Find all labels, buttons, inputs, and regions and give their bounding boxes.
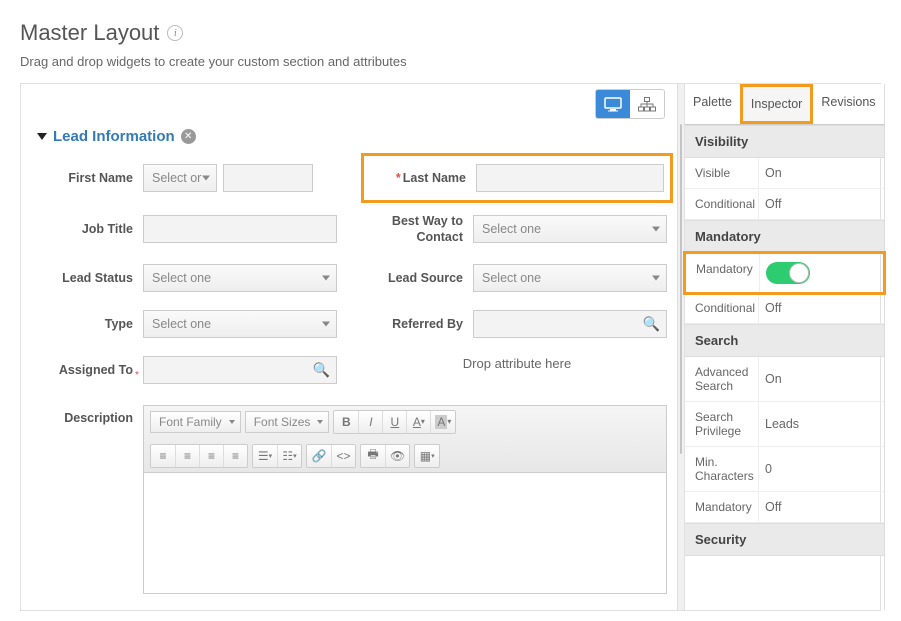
scrollbar-thumb[interactable] (680, 124, 682, 454)
tab-palette[interactable]: Palette (685, 84, 740, 124)
prop-min-characters[interactable]: Min. Characters 0 (685, 447, 884, 492)
type-select[interactable]: Select one (143, 310, 337, 338)
group-mandatory: Mandatory (685, 220, 884, 253)
group-search: Search (685, 324, 884, 357)
field-first-name[interactable]: First Name Select or (37, 161, 337, 195)
first-name-input[interactable] (223, 164, 313, 192)
description-editor[interactable]: Font Family Font Sizes B I U A▾ A▾ (143, 405, 667, 594)
remove-section-button[interactable]: ✕ (181, 129, 196, 144)
tab-inspector[interactable]: Inspector (740, 84, 813, 124)
job-title-input[interactable] (143, 215, 337, 243)
assigned-to-label: Assigned To (37, 363, 133, 377)
align-left-button[interactable]: ≡ (151, 445, 175, 467)
table-button[interactable]: ▦▾ (415, 445, 439, 467)
first-name-label: First Name (37, 171, 133, 185)
text-color-button[interactable]: A▾ (406, 411, 430, 433)
lead-status-label: Lead Status (37, 271, 133, 285)
best-way-label: Best Way to Contact (367, 213, 463, 246)
description-label: Description (37, 405, 133, 425)
search-icon: 🔍 (313, 361, 330, 378)
field-lead-source[interactable]: Lead Source Select one (367, 264, 667, 292)
chevron-down-icon (652, 227, 660, 232)
number-list-button[interactable]: ☷▾ (277, 445, 301, 467)
group-visibility: Visibility (685, 125, 884, 158)
monitor-icon (604, 97, 622, 112)
group-security: Security (685, 523, 884, 556)
lead-status-select[interactable]: Select one (143, 264, 337, 292)
salutation-select[interactable]: Select or (143, 164, 217, 192)
italic-button[interactable]: I (358, 411, 382, 433)
chevron-down-icon (322, 275, 330, 280)
field-best-way-contact[interactable]: Best Way to Contact Select one (367, 213, 667, 246)
bullet-list-button[interactable]: ☰▾ (253, 445, 277, 467)
drop-attribute-zone[interactable]: Drop attribute here (367, 356, 667, 381)
assigned-to-lookup[interactable]: 🔍 (143, 356, 337, 384)
chevron-down-icon (202, 176, 210, 181)
chevron-down-icon (652, 275, 660, 280)
canvas-scrollbar[interactable] (677, 84, 684, 610)
prop-search-privilege[interactable]: Search Privilege Leads (685, 402, 884, 447)
sitemap-icon (638, 97, 656, 112)
field-referred-by[interactable]: Referred By 🔍 (367, 310, 667, 338)
rte-body[interactable] (144, 473, 666, 593)
field-lead-status[interactable]: Lead Status Select one (37, 264, 337, 292)
underline-button[interactable]: U (382, 411, 406, 433)
prop-mandatory[interactable]: Mandatory (683, 251, 886, 295)
canvas-area: Lead Information ✕ First Name Select or … (21, 84, 677, 610)
referred-by-lookup[interactable]: 🔍 (473, 310, 667, 338)
prop-search-mandatory[interactable]: Mandatory Off (685, 492, 884, 523)
prop-visible[interactable]: Visible On (685, 158, 884, 189)
section-title: Lead Information (53, 128, 175, 145)
align-right-button[interactable]: ≡ (199, 445, 223, 467)
search-icon: 🔍 (643, 315, 660, 332)
field-job-title[interactable]: Job Title (37, 213, 337, 246)
sidebar-scrollbar[interactable] (884, 84, 885, 610)
mandatory-toggle[interactable] (766, 262, 810, 284)
desktop-view-button[interactable] (596, 90, 630, 118)
lead-source-select[interactable]: Select one (473, 264, 667, 292)
hierarchy-view-button[interactable] (630, 90, 664, 118)
chevron-down-icon (322, 321, 330, 326)
code-button[interactable]: <> (331, 445, 355, 467)
font-sizes-select[interactable]: Font Sizes (245, 411, 330, 433)
field-type[interactable]: Type Select one (37, 310, 337, 338)
field-last-name[interactable]: *Last Name (361, 153, 673, 203)
align-justify-button[interactable]: ≡ (223, 445, 247, 467)
preview-button[interactable]: 👁 (385, 445, 409, 467)
last-name-input[interactable] (476, 164, 664, 192)
type-label: Type (37, 317, 133, 331)
prop-visibility-conditional[interactable]: Conditional Off (685, 189, 884, 220)
link-button[interactable]: 🔗 (307, 445, 331, 467)
align-center-button[interactable]: ≡ (175, 445, 199, 467)
prop-mandatory-conditional[interactable]: Conditional Off (685, 293, 884, 324)
lead-source-label: Lead Source (367, 271, 463, 285)
field-assigned-to[interactable]: Assigned To 🔍 (37, 356, 337, 384)
bg-color-button[interactable]: A▾ (430, 411, 455, 433)
job-title-label: Job Title (37, 222, 133, 236)
page-title: Master Layout (20, 20, 159, 46)
font-family-select[interactable]: Font Family (150, 411, 241, 433)
prop-advanced-search[interactable]: Advanced Search On (685, 357, 884, 402)
tab-revisions[interactable]: Revisions (813, 84, 883, 124)
print-button[interactable]: 🖶 (361, 445, 385, 467)
best-way-select[interactable]: Select one (473, 215, 667, 243)
bold-button[interactable]: B (334, 411, 358, 433)
view-toggle-group (595, 89, 665, 119)
page-subtitle: Drag and drop widgets to create your cus… (20, 54, 881, 69)
referred-by-label: Referred By (367, 317, 463, 331)
info-icon[interactable]: i (167, 25, 183, 41)
rte-toolbar: Font Family Font Sizes B I U A▾ A▾ (144, 406, 666, 473)
last-name-label: *Last Name (370, 171, 466, 185)
collapse-icon[interactable] (37, 133, 47, 140)
